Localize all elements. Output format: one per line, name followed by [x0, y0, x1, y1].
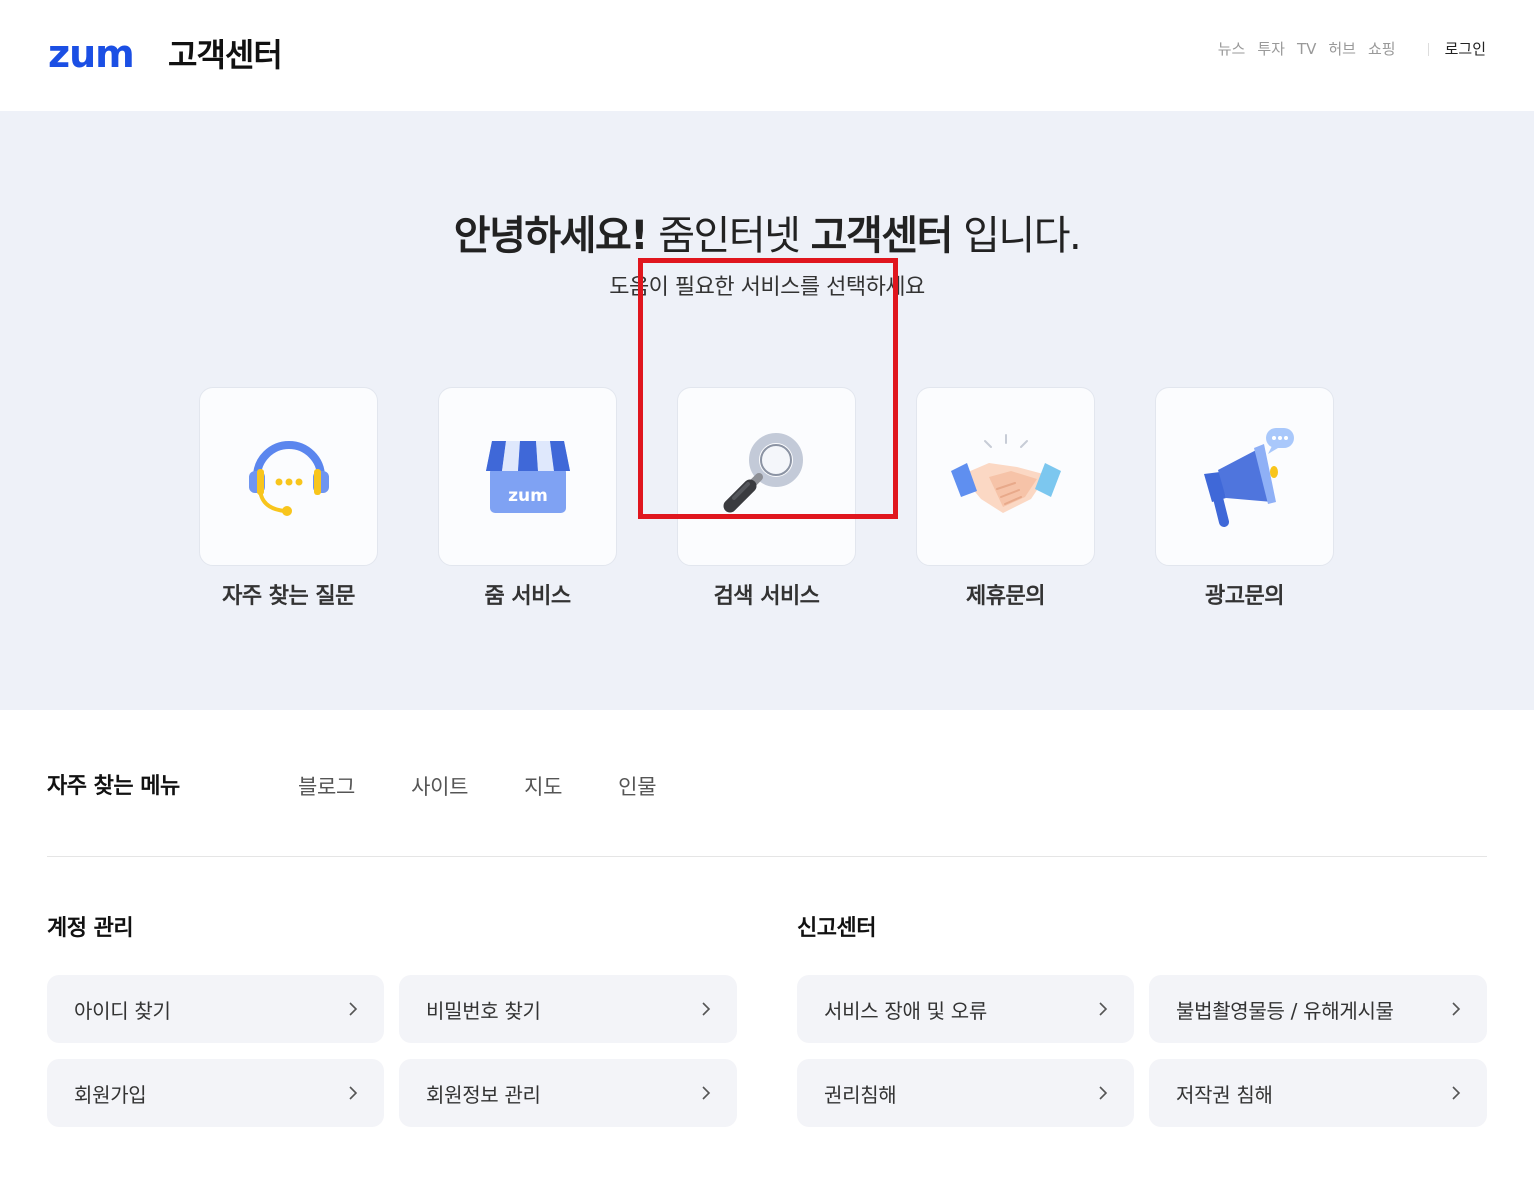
card-advertising-label[interactable]: 광고문의: [1155, 582, 1334, 612]
chevron-right-icon: [1099, 1086, 1108, 1100]
nav-tv[interactable]: TV: [1297, 38, 1316, 60]
chevron-right-icon: [1099, 1002, 1108, 1016]
card-zum-service[interactable]: zum 줌 서비스: [438, 387, 617, 612]
card-search-service-label[interactable]: 검색 서비스: [677, 582, 856, 612]
chevron-right-icon: [702, 1002, 711, 1016]
hero-title-end: 입니다.: [951, 213, 1082, 259]
chevron-right-icon: [702, 1086, 711, 1100]
find-id-label: 아이디 찾기: [74, 998, 171, 1023]
store-icon-text: zum: [508, 486, 548, 506]
nav-invest[interactable]: 투자: [1257, 38, 1285, 60]
header: zum 고객센터 뉴스 투자 TV 허브 쇼핑 로그인: [0, 0, 1534, 111]
member-info-button[interactable]: 회원정보 관리: [399, 1059, 737, 1127]
service-cards: 자주 찾는 질문 zum 줌 서비스 검색 서비스 제휴문의 광고문의: [199, 387, 1334, 612]
card-partnership-box[interactable]: [916, 387, 1095, 566]
handshake-icon: [950, 433, 1061, 513]
copyright-infringement-button[interactable]: 저작권 침해: [1149, 1059, 1487, 1127]
zum-logo[interactable]: zum: [48, 32, 135, 76]
find-password-button[interactable]: 비밀번호 찾기: [399, 975, 737, 1043]
card-faq[interactable]: 자주 찾는 질문: [199, 387, 378, 612]
site-title[interactable]: 고객센터: [168, 34, 283, 76]
chevron-right-icon: [1452, 1002, 1461, 1016]
card-search-service-box[interactable]: [677, 387, 856, 566]
quick-link-person[interactable]: 인물: [618, 771, 656, 803]
chevron-right-icon: [349, 1002, 358, 1016]
global-nav: 뉴스 투자 TV 허브 쇼핑 로그인: [1206, 38, 1486, 60]
service-error-button[interactable]: 서비스 장애 및 오류: [797, 975, 1134, 1043]
illegal-content-label: 불법촬영물등 / 유해게시물: [1176, 998, 1394, 1023]
member-info-label: 회원정보 관리: [426, 1082, 541, 1107]
chevron-right-icon: [1452, 1086, 1461, 1100]
report-section-title: 신고센터: [797, 916, 876, 941]
find-password-label: 비밀번호 찾기: [426, 998, 541, 1023]
store-icon: zum: [485, 440, 570, 513]
card-partnership-label[interactable]: 제휴문의: [916, 582, 1095, 612]
find-id-button[interactable]: 아이디 찾기: [47, 975, 384, 1043]
card-faq-label[interactable]: 자주 찾는 질문: [199, 582, 378, 612]
card-zum-service-label[interactable]: 줌 서비스: [438, 582, 617, 612]
quick-menu: 자주 찾는 메뉴 블로그 사이트 지도 인물: [47, 767, 1487, 857]
hero-title-greeting: 안녕하세요!: [453, 213, 649, 259]
quick-link-blog[interactable]: 블로그: [298, 771, 355, 803]
report-section: 신고센터 서비스 장애 및 오류 불법촬영물등 / 유해게시물 권리침해 저작권…: [797, 912, 1487, 1127]
card-zum-service-box[interactable]: zum: [438, 387, 617, 566]
copyright-infringement-label: 저작권 침해: [1176, 1082, 1273, 1107]
signup-button[interactable]: 회원가입: [47, 1059, 384, 1127]
magnifier-icon: [723, 432, 803, 512]
nav-divider: [1427, 42, 1429, 56]
service-error-label: 서비스 장애 및 오류: [824, 998, 987, 1023]
report-grid: 서비스 장애 및 오류 불법촬영물등 / 유해게시물 권리침해 저작권 침해: [797, 975, 1487, 1127]
login-link[interactable]: 로그인: [1445, 38, 1486, 60]
megaphone-icon: [1203, 427, 1294, 527]
card-advertising-box[interactable]: [1155, 387, 1334, 566]
nav-hub[interactable]: 허브: [1328, 38, 1356, 60]
headset-icon: [248, 440, 329, 516]
quick-menu-links: 블로그 사이트 지도 인물: [298, 771, 712, 803]
card-search-service[interactable]: 검색 서비스: [677, 387, 856, 612]
account-section: 계정 관리 아이디 찾기 비밀번호 찾기 회원가입 회원정보 관리: [47, 912, 737, 1127]
nav-news[interactable]: 뉴스: [1218, 38, 1246, 60]
rights-infringement-button[interactable]: 권리침해: [797, 1059, 1134, 1127]
card-faq-box[interactable]: [199, 387, 378, 566]
illegal-content-button[interactable]: 불법촬영물등 / 유해게시물: [1149, 975, 1487, 1043]
chevron-right-icon: [349, 1086, 358, 1100]
card-partnership[interactable]: 제휴문의: [916, 387, 1095, 612]
hero-subtitle: 도움이 필요한 서비스를 선택하세요: [609, 275, 925, 300]
account-grid: 아이디 찾기 비밀번호 찾기 회원가입 회원정보 관리: [47, 975, 737, 1127]
nav-shopping[interactable]: 쇼핑: [1368, 38, 1396, 60]
hero-title-company: 줌인터넷: [647, 213, 811, 259]
card-advertising[interactable]: 광고문의: [1155, 387, 1334, 612]
quick-link-site[interactable]: 사이트: [411, 771, 468, 803]
rights-infringement-label: 권리침해: [824, 1082, 897, 1107]
account-section-title: 계정 관리: [47, 916, 134, 941]
signup-label: 회원가입: [74, 1082, 147, 1107]
hero-title: 안녕하세요! 줌인터넷 고객센터 입니다.: [0, 209, 1534, 263]
hero-section: 안녕하세요! 줌인터넷 고객센터 입니다. 도움이 필요한 서비스를 선택하세요: [0, 111, 1534, 710]
quick-link-map[interactable]: 지도: [524, 771, 562, 803]
quick-menu-title: 자주 찾는 메뉴: [47, 774, 180, 799]
hero-title-center: 고객센터: [810, 213, 954, 259]
